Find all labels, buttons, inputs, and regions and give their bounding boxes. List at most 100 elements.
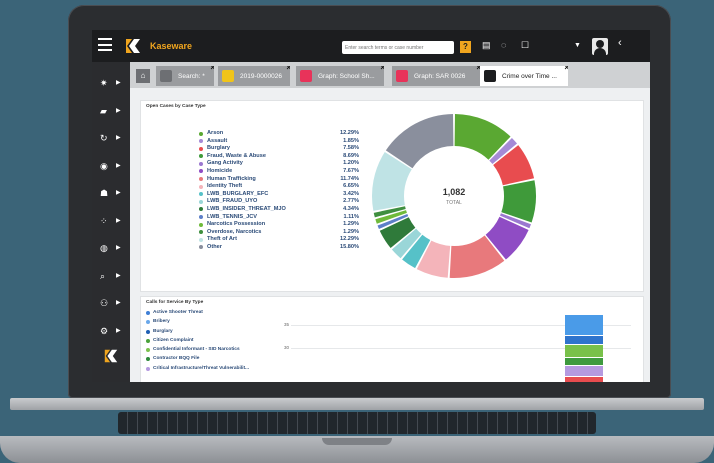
tab-label: Search: *	[178, 73, 205, 80]
legend-swatch	[199, 230, 203, 235]
bar-segment[interactable]	[565, 336, 603, 344]
sidebar-item-location[interactable]: ◉ ▶	[92, 153, 130, 179]
sidebar-item-globe[interactable]: ◍ ▶	[92, 235, 130, 261]
sidebar-item-gear[interactable]: ✷ ▶	[92, 70, 130, 96]
legend-label: Human Trafficking	[207, 175, 256, 182]
legend-value: 1.20%	[343, 160, 359, 167]
legend-label: Contractor BQQ File	[153, 356, 200, 362]
legend-swatch	[199, 131, 203, 136]
legend-item[interactable]: LWB_FRAUD_UYO 2.77%	[199, 198, 359, 206]
legend-label: Bribery	[153, 319, 170, 325]
legend-swatch	[146, 320, 150, 325]
home-tab[interactable]: ⌂	[136, 69, 150, 83]
donut-chart: 1,082 TOTAL	[372, 114, 536, 278]
document-icon[interactable]: ▤	[482, 40, 491, 51]
legend-swatch	[199, 169, 203, 174]
legend-item[interactable]: Fraud, Waste & Abuse 8.69%	[199, 153, 359, 161]
legend-value: 1.29%	[343, 221, 359, 228]
caret-down-icon[interactable]: ▼	[574, 42, 581, 49]
legend-item[interactable]: Bribery	[146, 319, 346, 328]
legend-item[interactable]: LWB_BURGLARY_EFC 3.42%	[199, 191, 359, 199]
legend-label: Burglary	[207, 145, 231, 152]
close-icon[interactable]: ×	[286, 66, 290, 72]
people-icon: ☗	[100, 188, 109, 198]
legend-item[interactable]: Contractor BQQ File	[146, 356, 346, 365]
legend-item[interactable]: Identity Theft 6.65%	[199, 183, 359, 191]
legend-label: Arson	[207, 130, 224, 136]
legend-item[interactable]: Assault 1.85%	[199, 138, 359, 146]
legend-item[interactable]: Theft of Art 12.29%	[199, 236, 359, 244]
bar-segment[interactable]	[565, 377, 603, 382]
sidebar-item-scatter[interactable]: ⁘ ▶	[92, 208, 130, 234]
legend-item[interactable]: Citizen Complaint	[146, 338, 346, 347]
y-tick: 35	[284, 322, 290, 327]
legend-swatch	[146, 357, 150, 362]
chat-icon[interactable]: ◌	[501, 40, 506, 50]
close-icon[interactable]: ×	[210, 66, 214, 72]
tab-search[interactable]: Search: * ×	[156, 66, 214, 86]
chevron-right-icon: ▶	[116, 327, 121, 334]
legend-swatch	[199, 161, 203, 166]
legend-swatch	[199, 199, 203, 204]
legend-label: Identity Theft	[207, 183, 243, 190]
chevron-right-icon: ▶	[116, 190, 121, 196]
legend-value: 12.29%	[340, 236, 359, 243]
legend-label: Assault	[207, 137, 228, 144]
sidebar-item-briefcase[interactable]: ▰ ▶	[92, 98, 130, 124]
total-label: TOTAL	[446, 200, 462, 206]
tab-label: 2019-0000026	[240, 73, 282, 80]
legend-item[interactable]: Critical Infrastructure/Threat Vulnerabi…	[146, 366, 346, 375]
group-icon: ⚇	[100, 298, 109, 308]
legend-swatch	[199, 184, 203, 189]
legend-item[interactable]: Arson 12.29%	[199, 130, 359, 138]
legend-label: Gang Activity	[207, 160, 243, 167]
sidebar-item-settings[interactable]: ⚙ ▶	[92, 318, 130, 344]
user-avatar[interactable]	[592, 38, 608, 55]
legend-item[interactable]: Burglary	[146, 329, 346, 338]
help-button[interactable]: ?	[460, 41, 471, 53]
bar-segment[interactable]	[565, 358, 603, 365]
legend-item[interactable]: Active Shooter Threat	[146, 310, 346, 319]
pie-legend: Arson 12.29% Assault 1.85% Burglary 7.58% Frau…	[199, 130, 359, 252]
chevron-left-icon[interactable]: ‹	[618, 37, 622, 49]
legend-item[interactable]: Overdose, Narcotics 1.29%	[199, 229, 359, 237]
legend-item[interactable]: LWB_TENNIS_JCV 1.11%	[199, 214, 359, 222]
legend-label: Other	[207, 243, 222, 250]
tab-graph-sar[interactable]: Graph: SAR 0026 ×	[392, 66, 480, 86]
globe-icon: ◍	[100, 243, 108, 253]
app-screen: Kaseware ? ▤ ◌ ☐ ▼ ‹ ✷▶▰▶↻▶◉▶☗▶⁘▶◍▶⌕▶⚇▶⚙…	[92, 30, 650, 382]
legend-item[interactable]: Homicide 7.67%	[199, 168, 359, 176]
gear-icon: ✷	[100, 78, 108, 88]
legend-swatch	[146, 348, 150, 353]
sidebar-item-refresh[interactable]: ↻ ▶	[92, 125, 130, 151]
legend-swatch	[199, 154, 203, 159]
panel-title: Calls for Service By Type	[146, 300, 204, 305]
legend-item[interactable]: LWB_INSIDER_THREAT_MJO 4.34%	[199, 206, 359, 214]
tab-crime-over-time[interactable]: Crime over Time ... ×	[480, 66, 568, 86]
sidebar-item-group[interactable]: ⚇ ▶	[92, 290, 130, 316]
menu-icon[interactable]	[98, 38, 112, 51]
search-input[interactable]	[342, 41, 454, 54]
tab-case[interactable]: 2019-0000026 ×	[218, 66, 290, 86]
scatter-icon: ⁘	[100, 215, 108, 226]
legend-item[interactable]: Narcotics Possession 1.29%	[199, 221, 359, 229]
legend-item[interactable]: Burglary 7.58%	[199, 145, 359, 153]
bar-segment[interactable]	[565, 345, 603, 357]
legend-value: 1.29%	[343, 228, 359, 235]
close-icon[interactable]: ×	[380, 66, 384, 72]
bar-segment[interactable]	[565, 366, 603, 376]
legend-item[interactable]: Human Trafficking 11.74%	[199, 176, 359, 184]
bar-segment[interactable]	[565, 315, 603, 335]
sidebar-item-people[interactable]: ☗ ▶	[92, 180, 130, 206]
sidebar-item-search[interactable]: ⌕ ▶	[92, 263, 130, 289]
legend-label: Critical Infrastructure/Threat Vulnerabi…	[153, 365, 250, 371]
close-icon[interactable]: ×	[564, 66, 568, 72]
window-icon[interactable]: ☐	[521, 40, 529, 51]
legend-item[interactable]: Other 15.80%	[199, 244, 359, 252]
legend-swatch	[146, 311, 150, 315]
legend-label: Narcotics Possession	[207, 221, 266, 228]
search-icon: ⌕	[100, 270, 106, 281]
tab-graph-school[interactable]: Graph: School Sh... ×	[296, 66, 384, 86]
legend-label: Homicide	[207, 167, 233, 174]
legend-item[interactable]: Gang Activity 1.20%	[199, 160, 359, 168]
